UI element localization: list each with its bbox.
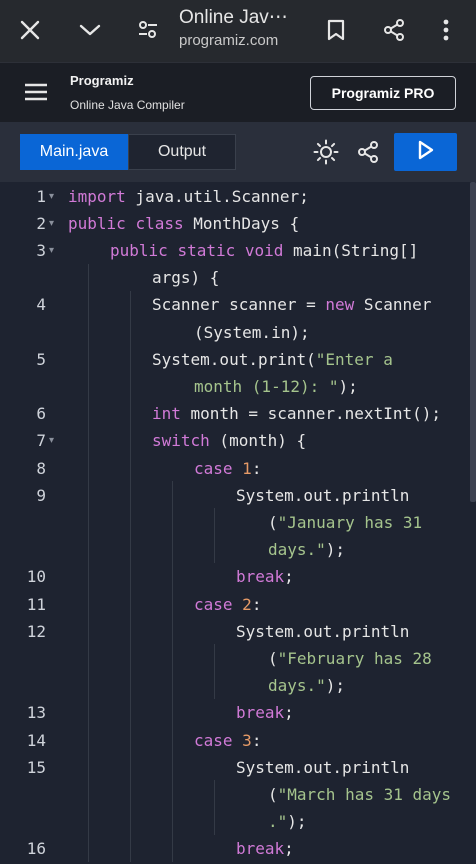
indent-guide: [214, 644, 215, 699]
indent-guide: [130, 290, 131, 862]
line-number: 4: [36, 295, 46, 315]
code-text[interactable]: switch (month) {: [152, 427, 306, 454]
code-text[interactable]: .");: [268, 808, 307, 835]
code-text[interactable]: System.out.println: [236, 482, 409, 509]
code-line[interactable]: 16 break;: [0, 835, 476, 862]
site-subtitle: Online Java Compiler: [70, 98, 185, 112]
code-text[interactable]: Scanner scanner = new Scanner: [152, 291, 431, 318]
play-icon: [417, 140, 435, 165]
code-line[interactable]: .");: [0, 808, 476, 835]
browser-bar: Online Jav⋯ programiz.com: [0, 0, 476, 62]
line-number: 7: [36, 431, 46, 451]
code-text[interactable]: System.out.println: [236, 618, 409, 645]
code-text[interactable]: ("February has 28: [268, 645, 432, 672]
code-line[interactable]: ("January has 31: [0, 509, 476, 536]
line-number: 16: [26, 839, 46, 859]
code-line[interactable]: 9 System.out.println: [0, 482, 476, 509]
code-line[interactable]: 2 ▾ public class MonthDays {: [0, 210, 476, 237]
code-line[interactable]: days.");: [0, 536, 476, 563]
tab-output[interactable]: Output: [128, 134, 236, 170]
code-line[interactable]: 4 Scanner scanner = new Scanner: [0, 291, 476, 318]
code-text[interactable]: (System.in);: [194, 319, 310, 346]
line-number: 11: [26, 594, 46, 614]
code-line[interactable]: 12 System.out.println: [0, 618, 476, 645]
code-line[interactable]: 15 System.out.println: [0, 754, 476, 781]
code-text[interactable]: ("March has 31 days: [268, 781, 451, 808]
code-line[interactable]: 13 break;: [0, 699, 476, 726]
programiz-pro-button[interactable]: Programiz PRO: [310, 76, 456, 110]
share-icon[interactable]: [374, 10, 414, 50]
browser-page-title[interactable]: Online Jav⋯: [179, 6, 288, 29]
line-number: 9: [36, 485, 46, 505]
code-line[interactable]: 7 ▾ switch (month) {: [0, 427, 476, 454]
indent-guide: [88, 263, 89, 862]
code-text[interactable]: days.");: [268, 672, 345, 699]
code-line[interactable]: 5 System.out.print("Enter a: [0, 346, 476, 373]
code-editor[interactable]: 1 ▾ import java.util.Scanner; 2 ▾ public clas…: [0, 182, 476, 864]
code-line[interactable]: days.");: [0, 672, 476, 699]
line-number: 13: [26, 703, 46, 723]
close-icon[interactable]: [10, 10, 50, 50]
more-vert-icon[interactable]: [426, 10, 466, 50]
browser-url[interactable]: programiz.com: [179, 32, 278, 49]
fold-arrow-icon[interactable]: ▾: [49, 210, 54, 237]
hamburger-menu-icon[interactable]: [20, 76, 52, 108]
line-number: 1: [36, 186, 46, 206]
fold-arrow-icon[interactable]: ▾: [49, 183, 54, 210]
code-line[interactable]: 3 ▾ public static void main(String[]: [0, 237, 476, 264]
tune-icon[interactable]: [128, 10, 168, 50]
code-line[interactable]: (System.in);: [0, 319, 476, 346]
share-code-icon[interactable]: [350, 134, 386, 170]
line-number: 5: [36, 349, 46, 369]
code-text[interactable]: case 1:: [194, 455, 261, 482]
sun-icon[interactable]: [308, 134, 344, 170]
line-number: 8: [36, 458, 46, 478]
code-text[interactable]: case 3:: [194, 727, 261, 754]
code-line[interactable]: 10 break;: [0, 563, 476, 590]
code-line[interactable]: month (1-12): ");: [0, 373, 476, 400]
code-line[interactable]: 1 ▾ import java.util.Scanner;: [0, 183, 476, 210]
tab-main-java[interactable]: Main.java: [20, 134, 128, 170]
code-text[interactable]: System.out.println: [236, 754, 409, 781]
line-number: 14: [26, 730, 46, 750]
line-number: 3: [36, 240, 46, 260]
code-line[interactable]: ("February has 28: [0, 645, 476, 672]
code-line[interactable]: 11 case 2:: [0, 591, 476, 618]
code-line[interactable]: 8 case 1:: [0, 455, 476, 482]
code-text[interactable]: break;: [236, 835, 294, 862]
bookmark-icon[interactable]: [316, 10, 356, 50]
line-number: 10: [26, 567, 46, 587]
code-text[interactable]: case 2:: [194, 591, 261, 618]
site-header: Programiz Online Java Compiler Programiz…: [0, 62, 476, 123]
code-text[interactable]: args) {: [152, 264, 219, 291]
code-text[interactable]: import java.util.Scanner;: [68, 183, 309, 210]
fold-arrow-icon[interactable]: ▾: [49, 237, 54, 264]
line-number: 15: [26, 757, 46, 777]
line-number: 12: [26, 621, 46, 641]
code-line[interactable]: 14 case 3:: [0, 727, 476, 754]
programiz-logo[interactable]: Programiz: [70, 73, 134, 88]
code-text[interactable]: int month = scanner.nextInt();: [152, 400, 441, 427]
indent-guide: [214, 508, 215, 563]
code-text[interactable]: break;: [236, 563, 294, 590]
code-text[interactable]: ("January has 31: [268, 509, 422, 536]
code-line[interactable]: args) {: [0, 264, 476, 291]
indent-guide: [172, 481, 173, 862]
code-text[interactable]: break;: [236, 699, 294, 726]
code-line[interactable]: 6 int month = scanner.nextInt();: [0, 400, 476, 427]
code-text[interactable]: System.out.print("Enter a: [152, 346, 393, 373]
code-text[interactable]: days.");: [268, 536, 345, 563]
code-text[interactable]: public static void main(String[]: [110, 237, 418, 264]
line-number: 2: [36, 213, 46, 233]
line-number: 6: [36, 404, 46, 424]
indent-guide: [214, 780, 215, 835]
code-text[interactable]: public class MonthDays {: [68, 210, 299, 237]
chevron-down-icon[interactable]: [70, 10, 110, 50]
fold-arrow-icon[interactable]: ▾: [49, 427, 54, 454]
code-text[interactable]: month (1-12): ");: [194, 373, 358, 400]
code-line[interactable]: ("March has 31 days: [0, 781, 476, 808]
run-button[interactable]: [394, 133, 457, 171]
